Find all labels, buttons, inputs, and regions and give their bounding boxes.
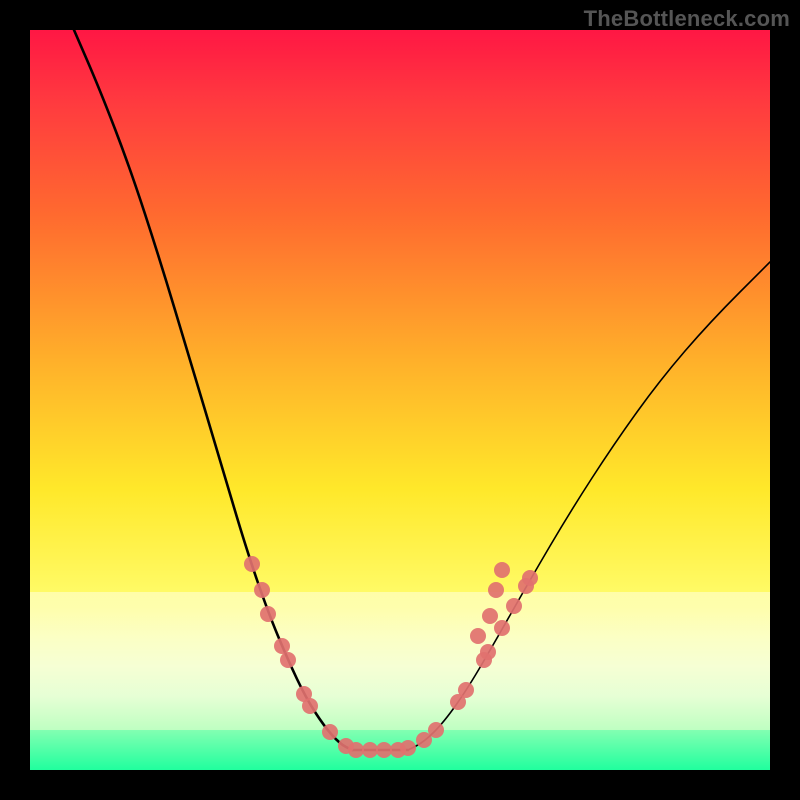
chart-frame: TheBottleneck.com	[0, 0, 800, 800]
bottleneck-chart	[30, 30, 770, 770]
plot-area	[30, 30, 770, 770]
watermark-text: TheBottleneck.com	[584, 6, 790, 32]
